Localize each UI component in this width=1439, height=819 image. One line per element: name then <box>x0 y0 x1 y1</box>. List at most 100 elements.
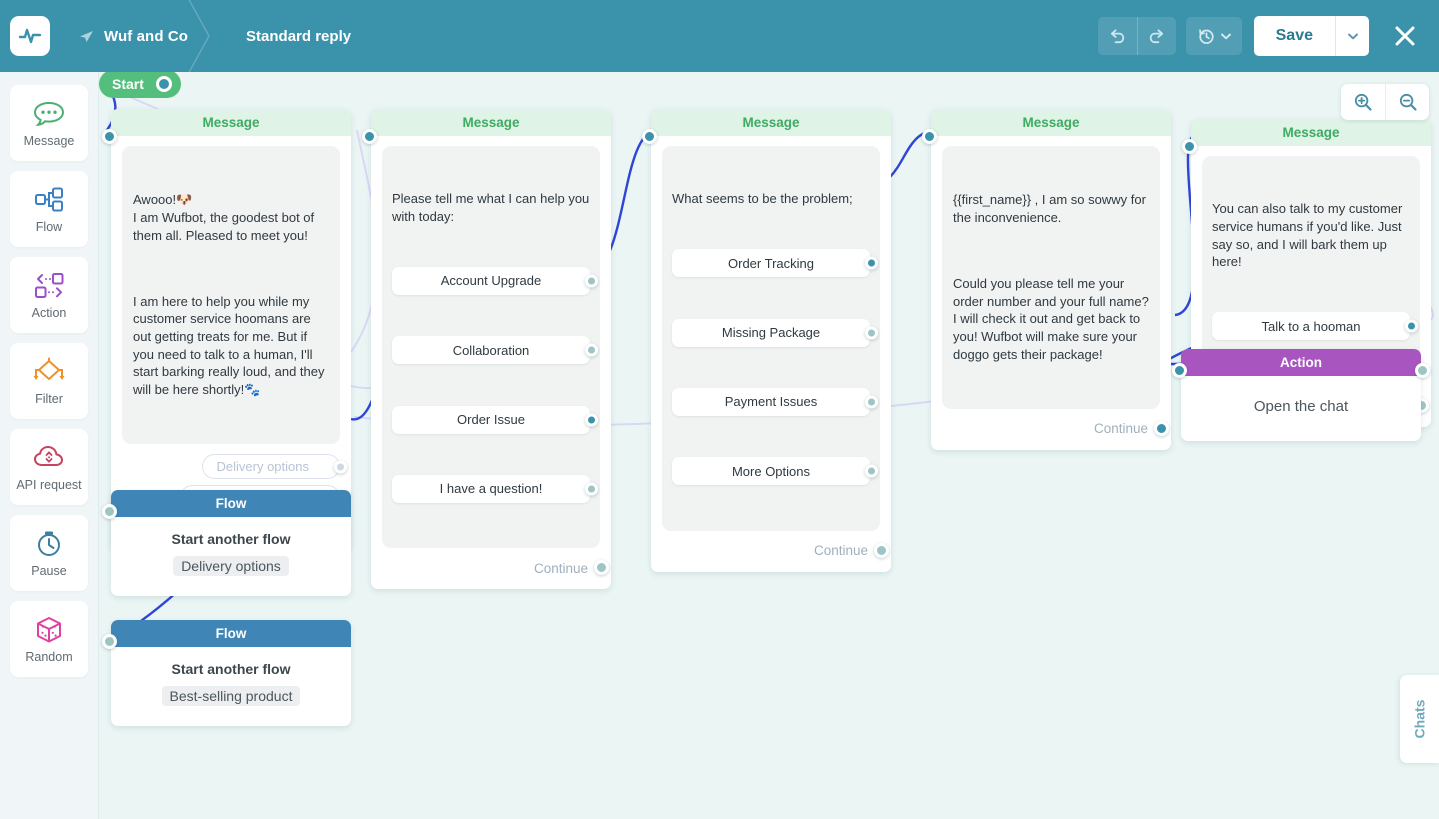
zoom-out-button[interactable] <box>1385 84 1429 120</box>
reply-option-connector[interactable] <box>865 396 878 409</box>
save-options-button[interactable] <box>1335 16 1369 56</box>
chats-tab-label: Chats <box>1412 700 1428 739</box>
reply-option-label: Missing Package <box>722 324 820 342</box>
reply-option[interactable]: Collaboration <box>392 336 590 364</box>
sidebar-item-action[interactable]: Action <box>10 257 88 333</box>
message-paragraph: What seems to be the problem; <box>672 190 870 208</box>
node-input-connector[interactable] <box>1182 139 1197 154</box>
reply-option-connector[interactable] <box>1405 320 1418 333</box>
dice-icon <box>32 615 66 645</box>
flow-canvas[interactable]: Start Message Awooo!🐶 I am Wufbot, the g… <box>99 72 1439 819</box>
sidebar-item-message[interactable]: Message <box>10 85 88 161</box>
reply-option[interactable]: Missing Package <box>672 319 870 347</box>
sidebar-item-pause[interactable]: Pause <box>10 515 88 591</box>
sidebar-item-api-request[interactable]: API request <box>10 429 88 505</box>
continue-connector[interactable] <box>594 560 609 575</box>
message-bubble: Awooo!🐶 I am Wufbot, the goodest bot of … <box>122 146 340 444</box>
start-badge: Start <box>99 72 181 98</box>
node-message-3[interactable]: Message What seems to be the problem; Or… <box>651 109 891 572</box>
reply-option-connector[interactable] <box>865 257 878 270</box>
node-input-connector[interactable] <box>102 129 117 144</box>
chevron-down-icon <box>1221 33 1231 40</box>
save-button[interactable]: Save <box>1254 16 1335 56</box>
flow-body: Start another flow Delivery options <box>111 517 351 596</box>
zoom-in-button[interactable] <box>1341 84 1385 120</box>
api-cloud-icon <box>32 443 66 473</box>
message-paragraph: Awooo!🐶 I am Wufbot, the goodest bot of … <box>133 191 329 244</box>
undo-icon <box>1108 27 1127 46</box>
reply-option-connector[interactable] <box>585 344 598 357</box>
sidebar-item-label: Random <box>25 650 72 664</box>
node-flow-1[interactable]: Flow Start another flow Delivery options <box>111 490 351 596</box>
node-header: Message <box>371 109 611 136</box>
zoom-in-icon <box>1353 92 1373 112</box>
app-logo[interactable] <box>10 16 50 56</box>
node-output-connector[interactable] <box>1415 363 1430 378</box>
reply-option-label: I have a question! <box>440 480 543 498</box>
sidebar-item-random[interactable]: Random <box>10 601 88 677</box>
action-arrows-icon <box>32 271 66 301</box>
node-message-2[interactable]: Message Please tell me what I can help y… <box>371 109 611 589</box>
node-input-connector[interactable] <box>102 504 117 519</box>
node-header: Flow <box>111 490 351 517</box>
node-action-1[interactable]: Action Open the chat <box>1181 349 1421 441</box>
reply-option[interactable]: More Options <box>672 457 870 485</box>
reply-option-label: Account Upgrade <box>441 272 541 290</box>
quick-reply-chip[interactable]: Delivery options <box>202 454 341 479</box>
reply-option-connector[interactable] <box>585 275 598 288</box>
message-bubble: Please tell me what I can help you with … <box>382 146 600 548</box>
node-input-connector[interactable] <box>102 634 117 649</box>
reply-option-connector[interactable] <box>585 483 598 496</box>
continue-connector[interactable] <box>874 543 889 558</box>
continue-connector[interactable] <box>1154 421 1169 436</box>
reply-option-connector[interactable] <box>865 326 878 339</box>
message-paragraph: I am here to help you while my customer … <box>133 293 329 399</box>
node-message-4[interactable]: Message {{first_name}} , I am so sowwy f… <box>931 109 1171 450</box>
filter-diamond-icon <box>32 357 66 387</box>
history-clock-icon <box>1197 27 1216 46</box>
node-header: Message <box>931 109 1171 136</box>
node-input-connector[interactable] <box>922 129 937 144</box>
quick-reply-connector[interactable] <box>334 460 347 473</box>
redo-button[interactable] <box>1137 17 1176 55</box>
reply-option-label: Payment Issues <box>725 393 818 411</box>
reply-option-connector[interactable] <box>865 465 878 478</box>
node-flow-2[interactable]: Flow Start another flow Best-selling pro… <box>111 620 351 726</box>
version-history-button[interactable] <box>1186 17 1242 55</box>
start-connector-dot[interactable] <box>156 76 172 92</box>
node-body: What seems to be the problem; Order Trac… <box>651 136 891 572</box>
breadcrumb-separator <box>183 0 223 72</box>
flow-target-tag: Delivery options <box>173 556 289 576</box>
reply-option[interactable]: I have a question! <box>392 475 590 503</box>
reply-option-connector[interactable] <box>585 413 598 426</box>
node-header: Message <box>651 109 891 136</box>
sidebar-item-flow[interactable]: Flow <box>10 171 88 247</box>
action-body: Open the chat <box>1181 376 1421 441</box>
flow-body: Start another flow Best-selling product <box>111 647 351 726</box>
reply-option[interactable]: Order Issue <box>392 406 590 434</box>
reply-option-label: Talk to a hooman <box>1261 318 1360 336</box>
node-input-connector[interactable] <box>642 129 657 144</box>
sidebar-item-filter[interactable]: Filter <box>10 343 88 419</box>
quick-reply-label: Delivery options <box>217 459 310 474</box>
chat-bubble-icon <box>32 99 66 129</box>
flow-title: Start another flow <box>123 661 339 677</box>
node-message-1[interactable]: Message Awooo!🐶 I am Wufbot, the goodest… <box>111 109 351 551</box>
reply-option[interactable]: Account Upgrade <box>392 267 590 295</box>
reply-option[interactable]: Order Tracking <box>672 249 870 277</box>
node-input-connector[interactable] <box>1172 363 1187 378</box>
undo-button[interactable] <box>1098 17 1137 55</box>
breadcrumb-company[interactable]: Wuf and Co <box>78 28 188 45</box>
reply-option[interactable]: Talk to a hooman <box>1212 312 1410 340</box>
close-button[interactable] <box>1387 18 1423 54</box>
reply-option-label: More Options <box>732 463 810 481</box>
node-header: Action <box>1181 349 1421 376</box>
chats-tab[interactable]: Chats <box>1400 675 1439 763</box>
continue-row: Continue <box>382 555 600 581</box>
continue-label: Continue <box>534 561 588 576</box>
node-header: Message <box>111 109 351 136</box>
continue-row: Continue <box>942 416 1160 442</box>
save-button-group: Save <box>1254 16 1369 56</box>
reply-option[interactable]: Payment Issues <box>672 388 870 416</box>
node-input-connector[interactable] <box>362 129 377 144</box>
